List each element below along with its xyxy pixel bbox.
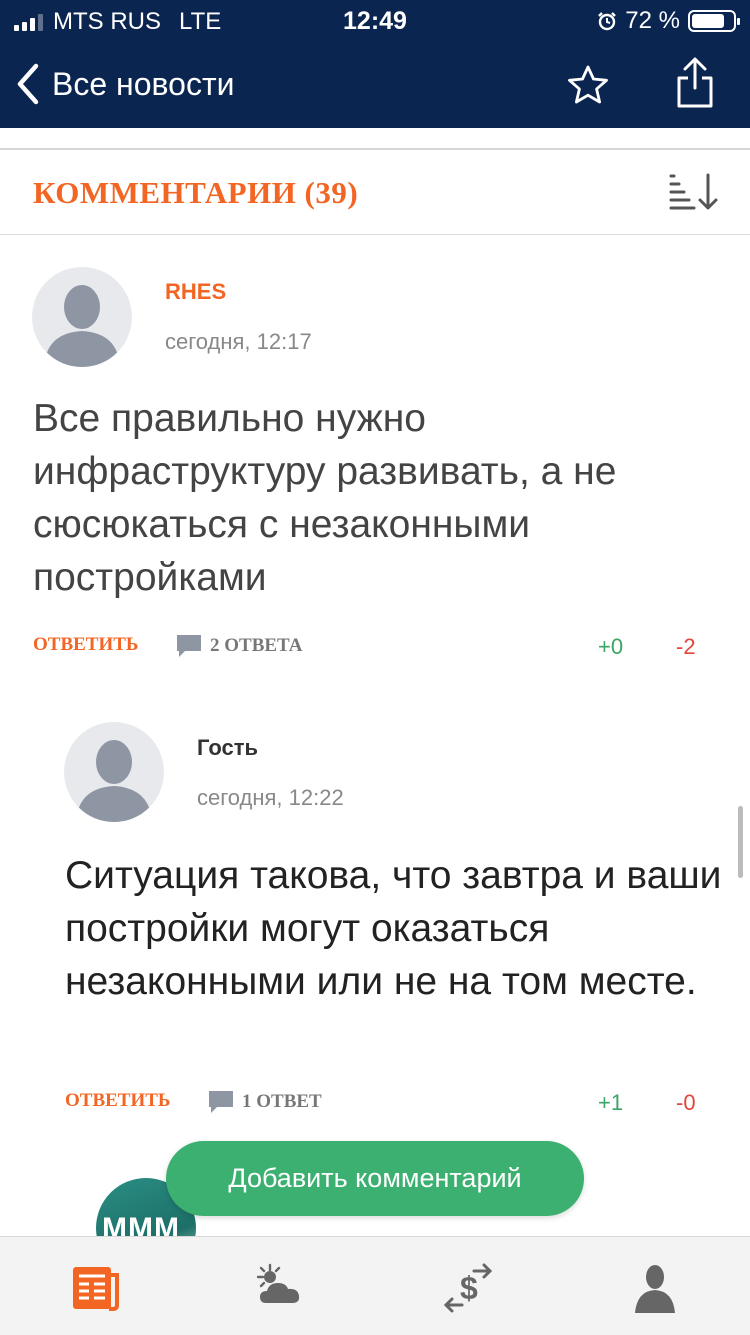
comment-time: сегодня, 12:22 [197,785,344,810]
replies-count: 2 ОТВЕТА [210,635,303,656]
replies-button[interactable]: 1 ОТВЕТ [208,1090,322,1114]
sort-descending-icon[interactable] [668,172,720,212]
upvote-count[interactable]: +1 [598,1090,623,1116]
speech-bubble-icon [209,1091,233,1113]
replies-count: 1 ОТВЕТ [242,1091,322,1112]
star-icon[interactable] [566,64,610,106]
comments-title: КОММЕНТАРИИ (39) [33,175,359,210]
replies-button[interactable]: 2 ОТВЕТА [176,634,303,658]
back-label: Все новости [52,65,235,102]
comment-author[interactable]: RHES [165,279,226,305]
profile-icon[interactable] [625,1259,685,1315]
comment-text: Ситуация такова, что завтра и ваши постр… [65,854,722,1003]
downvote-count[interactable]: -0 [676,1090,696,1116]
upvote-count[interactable]: +0 [598,634,623,660]
header-divider [0,234,750,235]
default-user-icon [76,740,152,822]
downvote-count[interactable]: -2 [676,634,696,660]
avatar [64,722,164,822]
share-icon[interactable] [674,56,716,110]
comment-author[interactable]: Гость [197,735,258,761]
status-right: 72 % [597,7,740,35]
avatar [32,267,132,367]
navigation-bar: Все новости [0,44,750,128]
default-user-icon [44,285,120,367]
currency-icon[interactable]: $ [438,1259,498,1315]
news-icon[interactable] [65,1259,125,1315]
battery-percent: 72 % [625,7,680,34]
speech-bubble-icon [177,635,201,657]
comment-text: Все правильно нужно инфраструктуру разви… [33,397,617,599]
comment-time: сегодня, 12:17 [165,329,312,354]
reply-button[interactable]: ОТВЕТИТЬ [33,634,138,656]
separator [0,148,750,150]
weather-icon[interactable] [252,1259,312,1315]
add-comment-button[interactable]: Добавить комментарий [166,1141,584,1216]
battery-icon [688,10,740,32]
reply-button[interactable]: ОТВЕТИТЬ [65,1090,170,1112]
back-chevron-icon [17,63,39,105]
alarm-icon [598,12,617,31]
svg-text:$: $ [460,1270,478,1306]
back-button[interactable]: Все новости [14,62,234,106]
status-bar: MTS RUS LTE 12:49 72 % [0,0,750,44]
tab-bar: $ [0,1236,750,1335]
scrollbar[interactable] [738,806,743,878]
